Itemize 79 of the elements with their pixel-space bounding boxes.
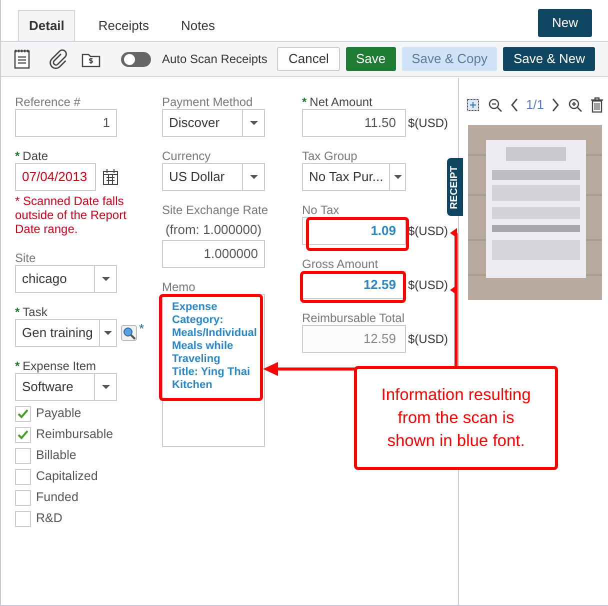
text-field[interactable]: 1.000000	[162, 240, 265, 268]
date-field[interactable]: 07/04/2013	[15, 163, 96, 191]
tab[interactable]: Detail	[18, 10, 76, 41]
currency-label: $(USD)	[408, 331, 448, 348]
field-label: Currency	[162, 148, 211, 165]
check-icon	[17, 429, 29, 440]
notepad-icon[interactable]	[13, 49, 31, 69]
new-button[interactable]: New	[538, 9, 592, 37]
checkbox[interactable]	[15, 426, 31, 442]
required-marker: *	[15, 148, 20, 165]
currency-label: $(USD)	[408, 277, 448, 294]
checkbox[interactable]	[15, 510, 31, 526]
paperclip-icon[interactable]	[48, 49, 68, 69]
checkbox-label: Capitalized	[36, 468, 98, 486]
tab[interactable]: Receipts	[88, 10, 159, 41]
amount-field[interactable]: 11.50	[302, 109, 406, 137]
toggle-switch[interactable]	[121, 52, 151, 66]
page-counter: 1/1	[526, 96, 544, 114]
caret-icon[interactable]	[248, 120, 258, 126]
caret-icon[interactable]	[102, 330, 113, 336]
callout-box: Information resulting from the scan is shown in blue font.	[354, 366, 558, 470]
checkbox[interactable]	[15, 406, 31, 422]
field-label: No Tax	[302, 202, 340, 219]
caret-icon[interactable]	[392, 174, 403, 180]
trash-icon[interactable]	[590, 97, 604, 113]
required-marker: *	[15, 304, 20, 321]
required-marker: *	[139, 320, 144, 338]
checkbox-label: R&D	[36, 510, 62, 528]
dropdown[interactable]: chicago	[15, 265, 117, 293]
memo-field[interactable]: Expense Category: Meals/Individual Meals while Traveling Title: Ying Thai Kitchen	[162, 294, 265, 447]
caret-icon[interactable]	[100, 276, 110, 282]
chevron-left-icon[interactable]	[510, 98, 518, 112]
text-field[interactable]: 1	[15, 109, 117, 137]
button[interactable]: Save & New	[503, 47, 595, 71]
check-icon	[17, 408, 29, 419]
dropdown[interactable]: Discover	[162, 109, 265, 137]
required-marker: *	[302, 94, 307, 111]
receipt-tab-label: RECEIPT	[448, 165, 462, 209]
checkbox[interactable]	[15, 468, 31, 484]
button[interactable]: Save	[346, 47, 396, 71]
currency-label: $(USD)	[408, 115, 448, 132]
field-label: Site Exchange Rate	[162, 202, 268, 219]
field-label: Memo	[162, 279, 196, 296]
checkbox[interactable]	[15, 448, 31, 464]
field-label: Task	[22, 304, 48, 321]
zoom-out-icon[interactable]	[488, 98, 502, 112]
search-icon[interactable]	[121, 325, 137, 341]
receipt-tab[interactable]: RECEIPT	[447, 158, 463, 216]
field-label: Site	[15, 250, 36, 267]
currency-label: $(USD)	[408, 223, 448, 240]
zoom-in-icon[interactable]	[568, 98, 582, 112]
chevron-right-icon[interactable]	[552, 98, 560, 112]
field-label: Gross Amount	[302, 256, 378, 273]
checkbox-label: Billable	[36, 447, 76, 464]
toggle-label: Auto Scan Receipts	[162, 51, 268, 68]
caret-icon[interactable]	[248, 174, 258, 180]
field-label: Reference #	[15, 94, 80, 111]
dropdown[interactable]: No Tax Pur...	[302, 163, 406, 191]
checkbox[interactable]	[15, 490, 31, 506]
required-marker: *	[15, 358, 20, 375]
field-label: Expense Item	[22, 358, 96, 375]
checkbox-label: Reimbursable	[36, 426, 114, 444]
dropdown[interactable]: Gen training	[15, 319, 117, 347]
fit-icon[interactable]	[466, 98, 480, 112]
field-label: Tax Group	[302, 148, 358, 165]
hint-text: (from: 1.000000)	[164, 221, 263, 236]
caret-icon[interactable]	[100, 384, 110, 390]
field-label: Net Amount	[310, 94, 372, 111]
field-label: Reimbursable Total	[302, 310, 404, 327]
checkbox-label: Funded	[36, 489, 78, 506]
tab[interactable]: Notes	[170, 10, 225, 41]
field-label: Date	[22, 148, 48, 165]
dropdown[interactable]: US Dollar	[162, 163, 265, 191]
dropdown[interactable]: Software	[15, 373, 117, 401]
warning-text: * Scanned Date falls outside of the Report Date range.	[15, 194, 128, 236]
checkbox-label: Payable	[36, 405, 82, 422]
button[interactable]: Cancel	[277, 47, 340, 71]
field-label: Payment Method	[162, 94, 253, 111]
calendar-icon[interactable]	[102, 168, 119, 186]
